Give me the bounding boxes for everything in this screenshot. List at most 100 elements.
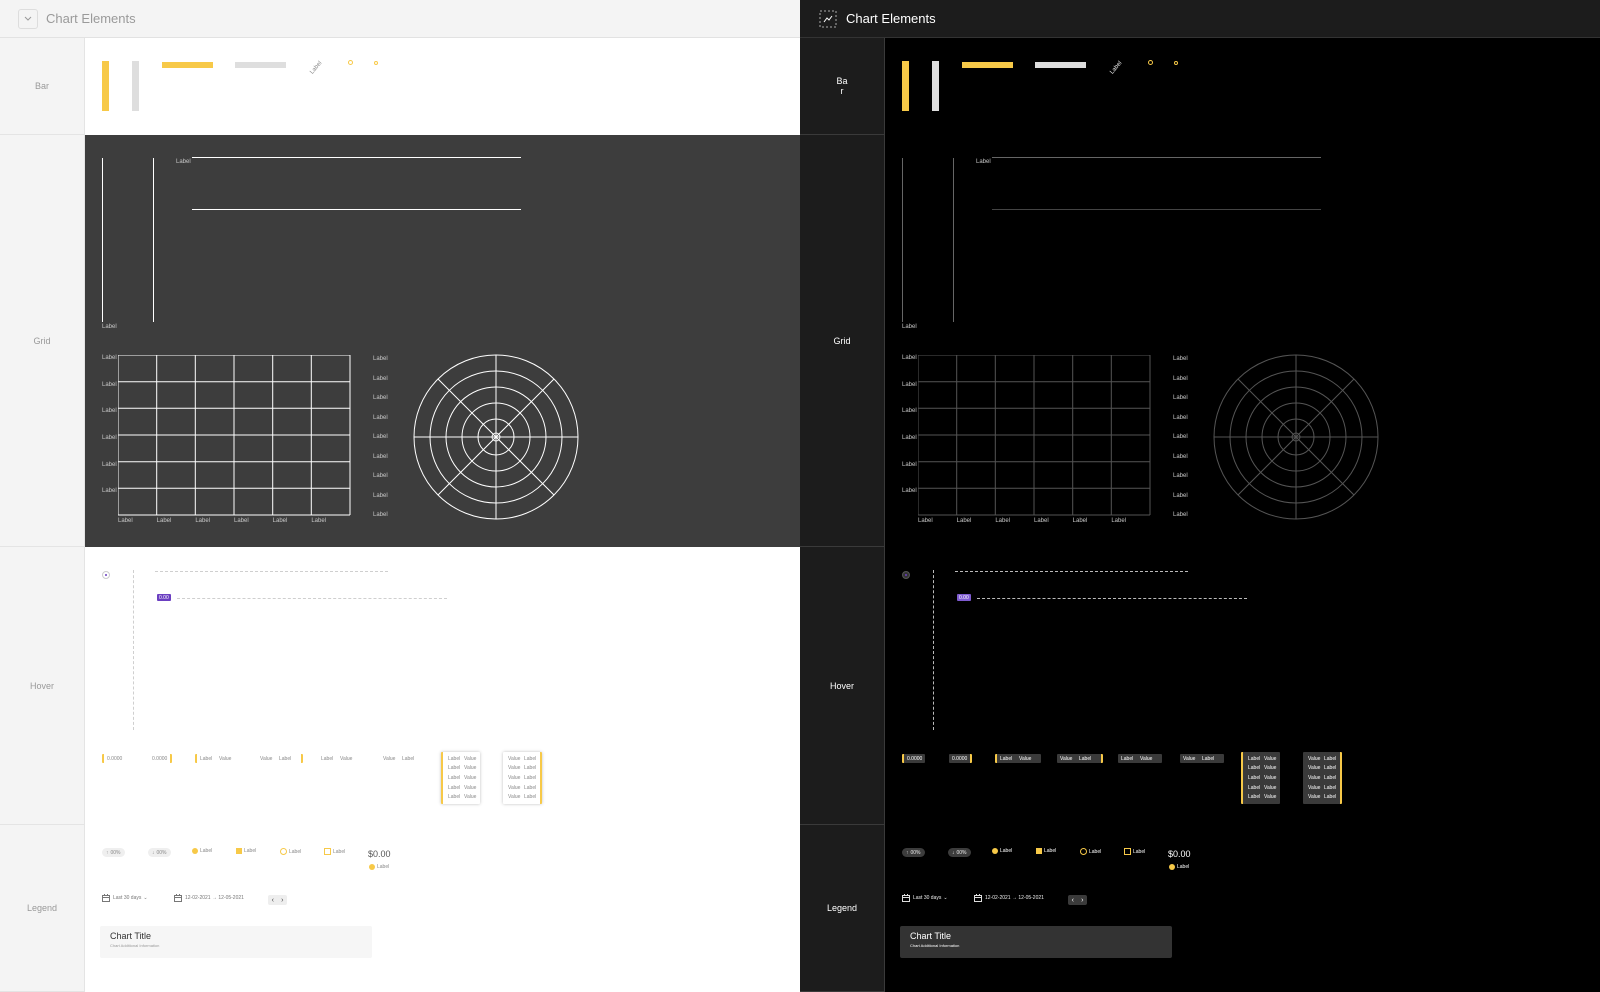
grid-x-label: Label — [956, 518, 972, 524]
tooltip-value: Value — [508, 765, 521, 772]
date-range-picker[interactable]: 12-02-2021 → 12-05-2021 — [974, 894, 1044, 902]
tooltip-label: Label — [1324, 765, 1337, 772]
grid-side-label: Label — [1173, 356, 1188, 362]
tooltip-value: Value — [508, 755, 521, 762]
grid-y-label: Label — [102, 461, 117, 468]
change-down-pill: ↓ 00% — [948, 848, 971, 857]
tooltip-value: Value — [1264, 755, 1277, 762]
grid-y-label: Label — [102, 435, 117, 441]
change-up-pill: ↑ 00% — [902, 848, 925, 857]
bar-rotated-label: Label — [1109, 60, 1124, 76]
hover-value-line — [177, 598, 447, 599]
canvas: Label Label Label Label Label Label Label Label… — [85, 38, 800, 992]
hover-chip-value: Value — [219, 755, 232, 762]
tooltip-label: Label — [524, 774, 537, 781]
legend-total-value: $0.00 — [368, 849, 391, 859]
tooltip-value: Value — [508, 794, 521, 801]
tooltip-value: Value — [1308, 765, 1321, 772]
grid-x-label: Label — [234, 518, 249, 524]
hover-chip-value: Value — [1183, 755, 1196, 762]
grid-x-label: Label — [995, 518, 1011, 524]
bar-vertical-gray — [932, 61, 939, 111]
tooltip-label: Label — [1248, 755, 1261, 762]
tooltip-value: Value — [508, 774, 521, 781]
hover-number: 0.0000 — [907, 755, 923, 762]
legend-item[interactable]: Label — [369, 864, 389, 870]
date-range-picker[interactable]: 12-02-2021 → 12-05-2021 — [174, 894, 244, 902]
legend-label: Label — [289, 848, 302, 855]
chart-title-card: Chart Title Chart Additional Information — [900, 926, 1172, 958]
chevron-right-icon[interactable]: › — [281, 897, 283, 904]
grid-y-label: Label — [902, 381, 917, 388]
legend-item[interactable]: Label — [1036, 848, 1056, 854]
section-bar-text: Ba r — [836, 76, 848, 96]
grid-side-label: Label — [1173, 492, 1188, 499]
hover-chip-label: Label — [321, 755, 334, 762]
change-down-value: 00% — [156, 849, 167, 856]
grid-axis-label: Label — [976, 159, 991, 165]
change-down-pill: ↓ 00% — [148, 848, 171, 857]
grid-x-label: Label — [918, 518, 933, 524]
date-range-select[interactable]: Last 30 days ⌄ — [102, 894, 148, 902]
section-label-hover: Hover — [0, 547, 85, 825]
legend-label: Label — [1089, 848, 1102, 855]
grid-side-label: Label — [373, 375, 388, 382]
change-down-value: 00% — [956, 849, 967, 856]
bar-horizontal-gray — [1035, 62, 1086, 68]
tooltip-row: Value Label — [503, 773, 540, 783]
arrow-down-icon: ↓ — [152, 849, 155, 856]
legend-item[interactable]: Label — [324, 848, 345, 855]
bar-point-marker — [374, 61, 378, 65]
cartesian-grid — [918, 355, 1151, 516]
legend-item[interactable]: Label — [1169, 864, 1189, 870]
legend-item[interactable]: Label — [280, 848, 301, 855]
grid-axis-label: Label — [102, 324, 117, 330]
grid-y-label: Label — [102, 408, 117, 415]
grid-x-label: Label — [118, 518, 133, 524]
tooltip-value: Value — [1264, 784, 1277, 791]
legend-item[interactable]: Label — [992, 848, 1012, 854]
chevron-left-icon[interactable]: ‹ — [1072, 897, 1074, 904]
legend-label: Label — [333, 848, 346, 855]
hover-chip: Value Label — [257, 754, 303, 763]
tooltip-label: Label — [448, 774, 461, 781]
hover-chip: Label Value — [318, 754, 362, 763]
legend-item[interactable]: Label — [1080, 848, 1101, 855]
chevron-down-icon[interactable] — [18, 8, 38, 29]
date-range-select[interactable]: Last 30 days ⌄ — [902, 894, 948, 902]
grid-side-label: Label — [1173, 414, 1188, 421]
tooltip-row: Value Label — [1303, 754, 1340, 764]
tooltip-label: Label — [1324, 774, 1337, 781]
page-title: Chart Elements — [46, 11, 136, 26]
date-range-value: 12-02-2021 → 12-05-2021 — [185, 895, 244, 901]
hover-tooltip: Value Label Value Label Value Label Value Label… — [503, 752, 542, 804]
tooltip-row: Label Value — [1243, 773, 1280, 783]
tooltip-value: Value — [464, 794, 477, 801]
legend-swatch — [236, 848, 242, 854]
legend-item[interactable]: Label — [1124, 848, 1145, 855]
light-theme-panel: Chart Elements Bar Grid Hover Legend Lab… — [0, 0, 800, 992]
hover-chip: Value Label — [1180, 754, 1224, 763]
line-chart-icon[interactable] — [818, 9, 838, 29]
tooltip-label: Label — [524, 765, 537, 772]
tooltip-value: Value — [1264, 774, 1277, 781]
tooltip-row: Value Label — [503, 792, 540, 802]
grid-y-label: Label — [902, 435, 917, 441]
hover-chip-label: Label — [1079, 755, 1092, 762]
section-label-hover: Hover — [800, 547, 885, 825]
legend-item[interactable]: Label — [236, 848, 256, 854]
grid-section: Label Label Label Label Label Label Label Label… — [885, 135, 1600, 547]
tooltip-row: Label Value — [1243, 764, 1280, 774]
hover-chip: Value Label — [380, 754, 424, 763]
tooltip-row: Label Value — [443, 773, 480, 783]
chevron-left-icon[interactable]: ‹ — [272, 897, 274, 904]
legend-label: Label — [1177, 864, 1190, 870]
chevron-right-icon[interactable]: › — [1081, 897, 1083, 904]
hover-chip: 0.0000 — [949, 754, 973, 763]
hover-crosshair-vertical — [933, 570, 934, 730]
tooltip-label: Label — [1248, 794, 1261, 801]
grid-side-label: Label — [373, 414, 388, 421]
legend-item[interactable]: Label — [192, 848, 212, 854]
tooltip-value: Value — [1308, 774, 1321, 781]
tooltip-row: Label Value — [443, 764, 480, 774]
